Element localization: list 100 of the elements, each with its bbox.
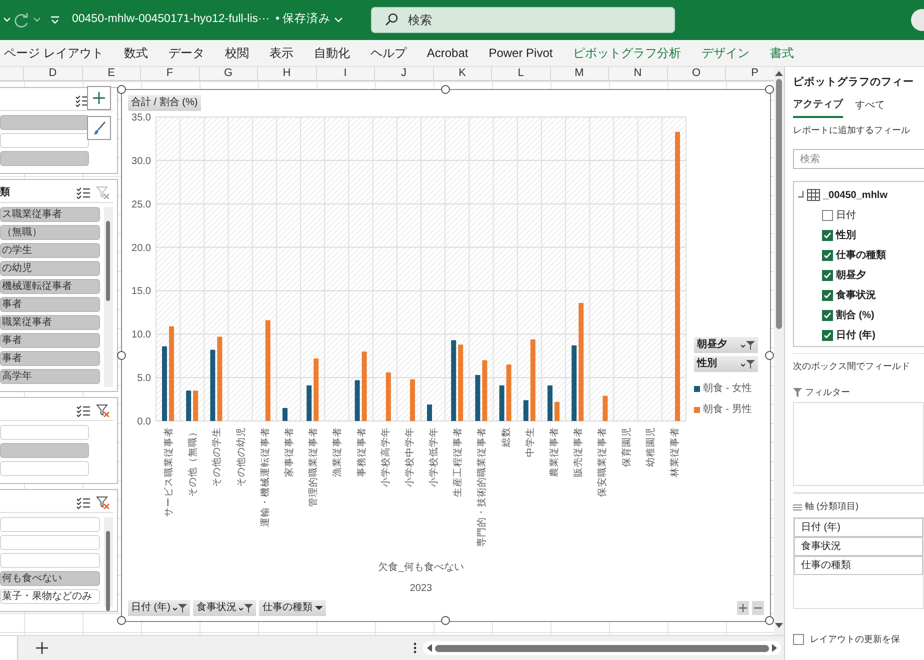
ribbon-tab[interactable]: ヘルプ [369, 44, 408, 62]
column-header[interactable]: N [609, 67, 668, 80]
area-field-item[interactable]: 食事状況 [794, 536, 923, 556]
save-status-button[interactable]: • 保存済み [276, 11, 343, 29]
multi-select-icon[interactable] [75, 94, 89, 106]
search-field[interactable]: 検索 [793, 149, 924, 170]
field-button[interactable]: 朝昼夕 [694, 337, 758, 353]
slicer-item[interactable]: 事者 [0, 297, 100, 312]
multi-select-icon[interactable] [76, 496, 90, 508]
add-sheet-icon[interactable] [36, 642, 48, 654]
scrollbar[interactable] [423, 641, 781, 655]
pane-tab[interactable]: すべて [855, 96, 885, 118]
redo-icon[interactable] [14, 12, 30, 28]
chart-styles-button[interactable] [87, 116, 111, 140]
bar [554, 402, 560, 421]
collapse-icon[interactable] [798, 191, 804, 200]
slicer-item[interactable]: の幼児 [0, 261, 100, 276]
area-field-item[interactable]: 日付 (年) [794, 518, 923, 537]
area-field-item[interactable]: 仕事の種類 [794, 556, 923, 575]
column-header[interactable]: G [200, 67, 258, 80]
column-header[interactable]: E [82, 67, 141, 80]
ribbon-tab[interactable]: 表示 [268, 44, 294, 62]
slicer-item[interactable]: 何も食べない [0, 571, 100, 586]
multi-select-icon[interactable] [76, 404, 90, 416]
search-field[interactable]: 検索 [370, 7, 675, 33]
clear-filter-icon[interactable] [96, 496, 110, 509]
arrow-up-icon[interactable] [775, 70, 783, 76]
caret-icon[interactable] [33, 17, 41, 23]
slicer-item[interactable]: 事者 [0, 333, 100, 348]
checkbox[interactable] [822, 310, 833, 321]
slicer-item[interactable]: 菓子・果物などのみ [0, 589, 100, 604]
column-header[interactable]: K [434, 67, 492, 80]
field-button[interactable]: 食事状況 [193, 600, 256, 616]
resize-handle[interactable] [117, 350, 126, 360]
clear-filter-icon[interactable] [96, 404, 110, 417]
ribbon-tab[interactable]: 書式 [769, 44, 796, 62]
ribbon-tab[interactable]: 数式 [122, 44, 149, 62]
slicer-item[interactable]: （無職） [0, 225, 100, 240]
resize-handle[interactable] [765, 350, 774, 360]
axis-category-label: その他（無職） [188, 427, 199, 497]
ribbon-tab[interactable]: 校閲 [224, 44, 250, 62]
column-header[interactable]: H [258, 67, 316, 80]
ribbon-tab[interactable]: 自動化 [312, 44, 351, 62]
checkbox[interactable] [822, 210, 833, 221]
ribbon-tab[interactable]: Acrobat [426, 44, 470, 62]
arrow-down-icon[interactable] [775, 623, 783, 629]
checkbox[interactable] [822, 330, 833, 341]
more-options-icon[interactable] [413, 642, 417, 654]
column-header[interactable]: F [141, 67, 200, 80]
multi-select-icon[interactable] [76, 186, 90, 198]
pane-title: ピボットグラフのフィー [793, 75, 915, 90]
column-header[interactable]: O [668, 67, 726, 80]
scrollbar[interactable] [774, 67, 784, 635]
ribbon-tab[interactable]: データ [167, 44, 206, 62]
column-header[interactable]: L [492, 67, 550, 80]
field-button[interactable]: 性別 [694, 356, 758, 372]
column-header[interactable]: J [375, 67, 434, 80]
resize-handle[interactable] [441, 85, 450, 94]
axis-category-label: その他の幼児 [236, 427, 247, 487]
slicer-item[interactable]: ス職業従事者 [0, 207, 100, 222]
table-icon [807, 189, 820, 202]
chart-elements-button[interactable] [87, 86, 111, 110]
resize-handle[interactable] [117, 85, 126, 94]
field-button[interactable]: 合計 / 割合 (%) [128, 95, 201, 111]
expand-icon[interactable] [737, 601, 749, 615]
slicer-item[interactable]: 高学年 [0, 369, 100, 384]
checkbox[interactable] [822, 230, 833, 241]
ribbon-tab[interactable]: ページ レイアウト [3, 44, 104, 62]
resize-handle[interactable] [765, 616, 774, 625]
slicer-item[interactable]: 事者 [0, 351, 100, 366]
resize-handle[interactable] [117, 616, 126, 625]
bar [410, 379, 415, 421]
scrollbar[interactable] [104, 207, 113, 387]
column-header[interactable]: M [550, 67, 609, 80]
pane-tab[interactable]: アクティブ [793, 96, 843, 118]
slicer-item[interactable]: 職業従事者 [0, 315, 100, 330]
column-header[interactable]: I [316, 67, 375, 80]
resize-handle[interactable] [441, 616, 450, 625]
collapse-icon[interactable] [752, 601, 764, 615]
area-title: 軸 (分類項目) [805, 500, 858, 514]
column-header[interactable]: D [24, 67, 82, 80]
field-button[interactable]: 日付 (年) [128, 600, 190, 616]
customize-icon[interactable] [50, 15, 60, 25]
file-title: 00450-mhlw-00450171-hyo12-full-lis··· [72, 12, 270, 28]
slicer-item[interactable]: の学生 [0, 243, 100, 258]
arrow-left-icon[interactable] [426, 644, 432, 652]
arrow-right-icon[interactable] [772, 644, 778, 652]
checkbox[interactable] [822, 270, 833, 281]
checkbox-label: レイアウトの更新を保 [810, 632, 900, 646]
resize-handle[interactable] [765, 85, 774, 94]
slicer-item[interactable]: 機械運転従事者 [0, 279, 100, 294]
axis-category-label: 小学校高学年 [380, 427, 392, 487]
field-button[interactable]: 仕事の種類 [259, 600, 326, 616]
checkbox[interactable] [822, 250, 833, 261]
ribbon-tab[interactable]: デザイン [700, 44, 751, 62]
checkbox[interactable] [793, 634, 804, 645]
ribbon-tab[interactable]: Power Pivot [488, 44, 554, 62]
axis-category-label: 中学生 [524, 427, 536, 457]
checkbox[interactable] [822, 290, 833, 301]
ribbon-tab[interactable]: ピボットグラフ分析 [572, 44, 682, 62]
